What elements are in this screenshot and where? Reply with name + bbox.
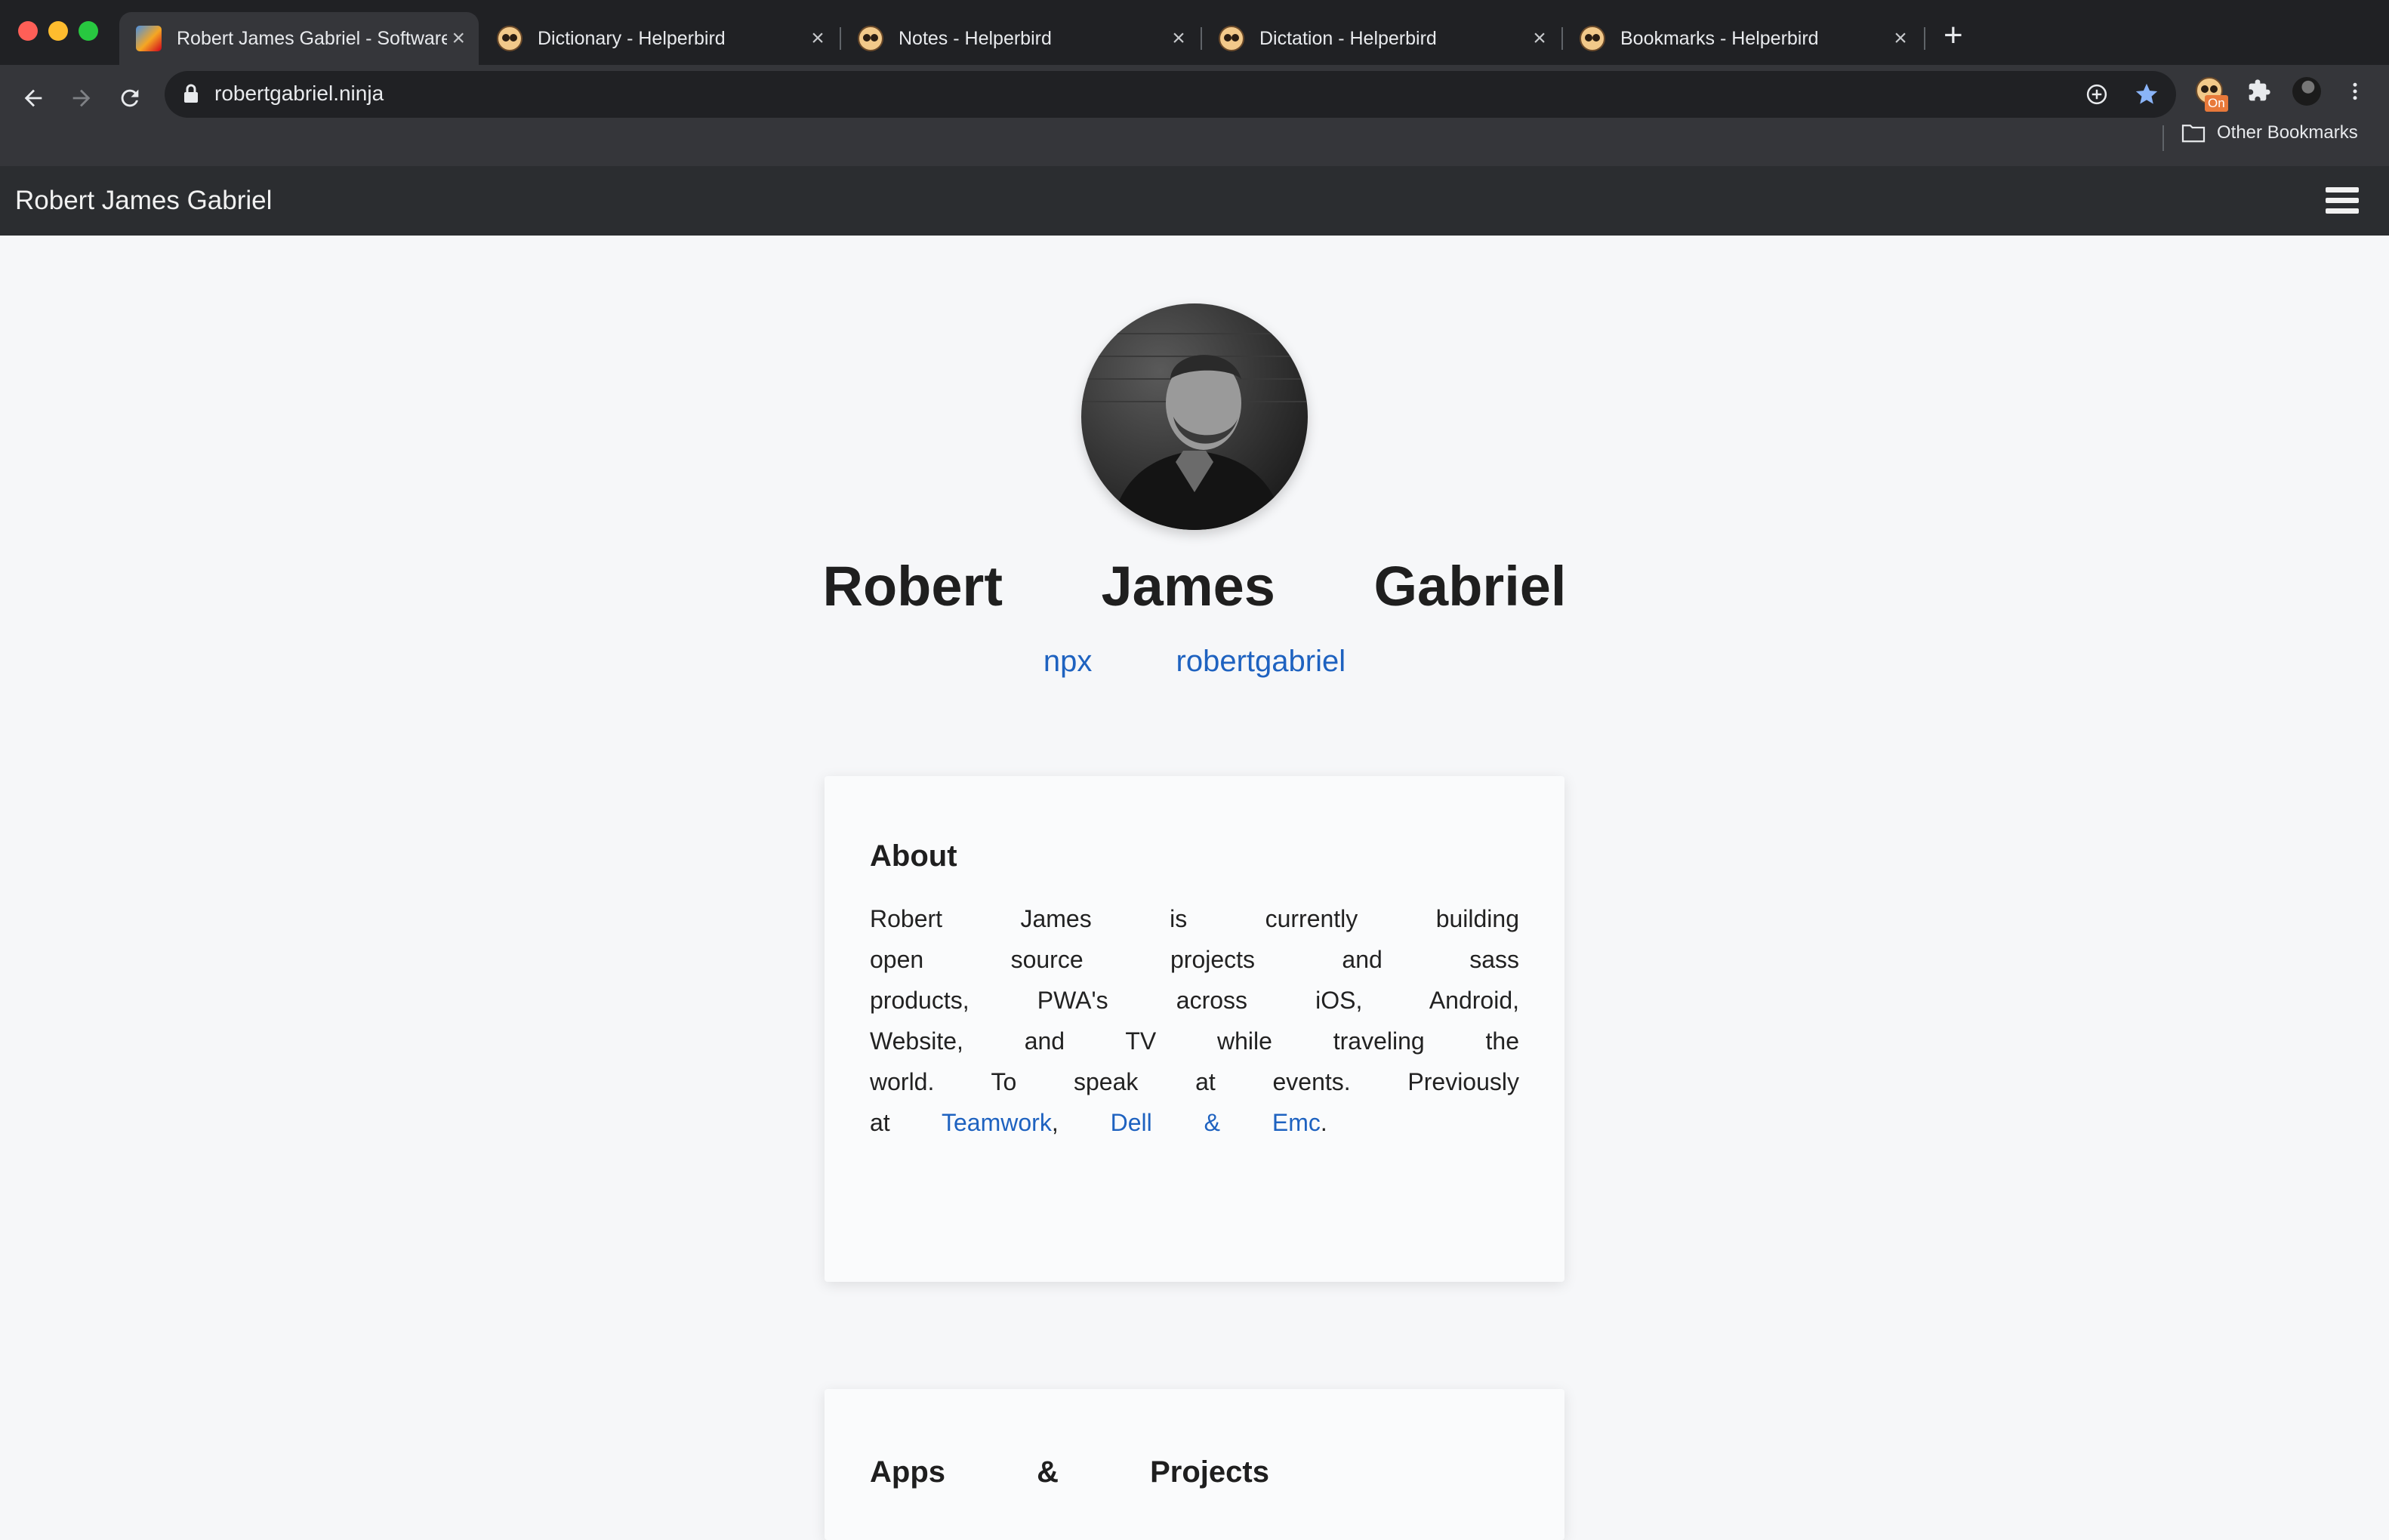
- about-text: Robert James is currently building open …: [870, 898, 1519, 1143]
- tab-dictionary[interactable]: Dictionary - Helperbird ×: [480, 12, 838, 65]
- tab-robert-james-gabriel[interactable]: Robert James Gabriel - Software ×: [119, 12, 479, 65]
- url-text[interactable]: robertgabriel.ninja: [214, 82, 384, 106]
- tab-title: Dictionary - Helperbird: [538, 27, 726, 49]
- hamburger-menu-icon[interactable]: [2326, 187, 2359, 214]
- bookmarks-divider: [2162, 125, 2164, 151]
- tab-separator: [1924, 27, 1925, 50]
- apps-projects-card: Apps & Projects: [825, 1389, 1564, 1540]
- zoom-window-button[interactable]: [79, 21, 98, 41]
- browser-tab-strip: Robert James Gabriel - Software × Dictio…: [0, 0, 2389, 65]
- about-card: About Robert James is currently building…: [825, 776, 1564, 1282]
- helperbird-extension-button[interactable]: On: [2196, 77, 2228, 112]
- bookmark-star-icon[interactable]: [2134, 82, 2159, 107]
- address-bar[interactable]: robertgabriel.ninja: [165, 71, 2176, 118]
- extension-badge: On: [2205, 95, 2228, 112]
- close-tab-icon[interactable]: ×: [447, 26, 470, 51]
- forward-button[interactable]: [60, 77, 103, 119]
- helperbird-owl-icon: [497, 26, 522, 51]
- reload-icon: [121, 89, 139, 107]
- reload-button[interactable]: [109, 77, 151, 119]
- new-tab-plus-icon[interactable]: +: [1944, 17, 1963, 54]
- helperbird-owl-icon: [1580, 26, 1605, 51]
- tab-title: Robert James Gabriel - Software: [177, 27, 448, 49]
- other-bookmarks-label: Other Bookmarks: [2217, 122, 2358, 143]
- minimize-window-button[interactable]: [48, 21, 68, 41]
- site-favicon-icon: [136, 26, 162, 51]
- site-navbar: Robert James Gabriel: [0, 166, 2389, 236]
- tab-title: Bookmarks - Helperbird: [1620, 27, 1819, 49]
- helperbird-owl-icon: [1219, 26, 1244, 51]
- folder-icon: [2181, 125, 2206, 143]
- about-heading: About: [870, 839, 957, 873]
- arrow-left-icon: [24, 89, 42, 107]
- tab-title: Dictation - Helperbird: [1259, 27, 1437, 49]
- arrow-right-icon: [72, 89, 91, 107]
- helperbird-owl-icon: [858, 26, 883, 51]
- npx-command-link[interactable]: npx robertgabriel: [0, 645, 2389, 679]
- profile-photo: [1081, 303, 1308, 530]
- more-vert-icon[interactable]: [2344, 79, 2366, 104]
- close-window-button[interactable]: [18, 21, 38, 41]
- teamwork-link[interactable]: Teamwork: [942, 1109, 1052, 1136]
- tab-notes[interactable]: Notes - Helperbird ×: [841, 12, 1199, 65]
- profile-photo-image: [1081, 303, 1308, 530]
- back-button[interactable]: [12, 77, 54, 119]
- profile-avatar[interactable]: [2292, 77, 2321, 106]
- about-body: Robert James is currently building open …: [870, 905, 1519, 1136]
- tab-title: Notes - Helperbird: [899, 27, 1052, 49]
- close-tab-icon[interactable]: ×: [1889, 26, 1912, 51]
- dell-emc-link[interactable]: Dell & Emc: [1111, 1109, 1321, 1136]
- other-bookmarks-button[interactable]: Other Bookmarks: [2181, 122, 2358, 143]
- extensions-puzzle-icon[interactable]: [2247, 79, 2271, 103]
- tab-dictation[interactable]: Dictation - Helperbird ×: [1202, 12, 1560, 65]
- profile-name-heading: Robert James Gabriel: [822, 555, 1567, 618]
- lock-icon: [184, 84, 198, 103]
- close-tab-icon[interactable]: ×: [1528, 26, 1551, 51]
- tab-bookmarks[interactable]: Bookmarks - Helperbird ×: [1563, 12, 1921, 65]
- about-period: .: [1320, 1109, 1327, 1136]
- add-circle-icon[interactable]: [2085, 83, 2108, 106]
- site-brand-link[interactable]: Robert James Gabriel: [15, 186, 272, 216]
- close-tab-icon[interactable]: ×: [1167, 26, 1190, 51]
- about-comma: ,: [1051, 1109, 1059, 1136]
- close-tab-icon[interactable]: ×: [806, 26, 829, 51]
- apps-projects-heading: Apps & Projects: [870, 1455, 1269, 1489]
